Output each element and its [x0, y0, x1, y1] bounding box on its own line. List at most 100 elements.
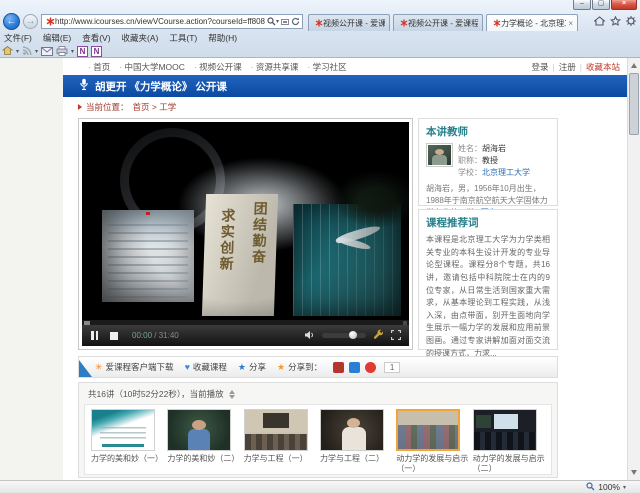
recommendation-panel: 课程推荐词 本课程是北京理工大学为力学类相关专业的本科生设计开发的专业导论型课程… [418, 209, 558, 350]
stop-button[interactable] [110, 332, 118, 340]
time-display: 00:00 / 31:40 [132, 331, 179, 340]
tab-video-open-course-1[interactable]: 视频公开课 - 爱课程 [308, 14, 390, 31]
tab-close-icon[interactable]: × [568, 19, 573, 28]
tab-video-open-course-2[interactable]: 视频公开课 - 爱课程 [393, 14, 483, 31]
renren-share-icon[interactable] [365, 362, 376, 373]
video-thumbnail[interactable] [167, 409, 231, 451]
corner-decoration [79, 360, 92, 377]
nav-learning-community[interactable]: · 学习社区 [307, 61, 346, 73]
volume-slider[interactable] [322, 333, 366, 338]
search-dropdown-icon[interactable]: ▾ [276, 18, 279, 25]
sun-icon: ✳ [95, 362, 103, 373]
feed-dropdown-icon[interactable]: ▾ [35, 48, 38, 55]
video-screen[interactable]: 团结勤奋 求实创新 00:00 / [82, 122, 409, 346]
refresh-icon[interactable] [291, 17, 300, 26]
video-thumbnail[interactable] [320, 409, 384, 451]
url-text[interactable]: http://www.icourses.cn/viewVCourse.actio… [55, 17, 265, 26]
name-label: 姓名： [458, 144, 482, 153]
navigation-row: ← → http://www.icourses.cn/viewVCourse.a… [0, 12, 640, 31]
print-dropdown-icon[interactable]: ▾ [71, 48, 74, 55]
fullscreen-icon[interactable] [391, 327, 401, 345]
playlist-item[interactable]: 力学的美和妙（一） [91, 409, 165, 474]
thumbnail-strip: 力学的美和妙（一） 力学的美和妙（二） 力学与工程（一） 力学与工程（二） 动力… [84, 404, 552, 475]
title-bar[interactable]: – ▢ × [0, 0, 640, 12]
home-icon[interactable] [594, 13, 605, 31]
video-thumbnail[interactable] [473, 409, 537, 451]
volume-knob[interactable] [349, 331, 357, 339]
compatibility-view-icon[interactable] [281, 18, 289, 26]
playlist-item[interactable]: 力学与工程（一） [244, 409, 318, 474]
breadcrumb-path[interactable]: 首页 > 工学 [133, 101, 177, 113]
banner-title: 胡更开 《力学概论》 公开课 [95, 79, 227, 94]
menu-tools[interactable]: 工具(T) [169, 32, 197, 44]
course-banner: 胡更开 《力学概论》 公开课 [63, 75, 627, 97]
teacher-school-link[interactable]: 北京理工大学 [482, 168, 530, 177]
playlist-item-current[interactable]: 动力学的发展与启示（一） [396, 409, 470, 474]
sort-toggle-icon[interactable] [229, 390, 235, 399]
maximize-button[interactable]: ▢ [592, 0, 610, 10]
video-player-box: 团结勤奋 求实创新 00:00 / [78, 118, 413, 350]
forward-button[interactable]: → [23, 14, 38, 29]
time-separator: / [154, 331, 156, 340]
home-dropdown-icon[interactable]: ▾ [16, 48, 19, 55]
zoom-level[interactable]: 100% [598, 482, 620, 492]
teacher-section-title: 本讲教师 [426, 124, 550, 139]
scroll-up-arrow-icon[interactable] [631, 63, 637, 68]
vertical-scrollbar[interactable] [627, 58, 640, 480]
address-bar[interactable]: http://www.icourses.cn/viewVCourse.actio… [41, 14, 303, 29]
settings-wrench-icon[interactable] [373, 327, 384, 345]
playlist-item[interactable]: 动力学的发展与启示（二） [473, 409, 547, 474]
status-bar: 100% ▾ [0, 480, 640, 493]
volume-icon[interactable] [304, 327, 315, 345]
menu-view[interactable]: 查看(V) [82, 32, 110, 44]
search-icon[interactable] [267, 17, 276, 26]
thumbnail-caption: 动力学的发展与启示（二） [473, 454, 547, 473]
pause-button[interactable] [91, 331, 98, 340]
nav-home[interactable]: · 首页 [88, 61, 110, 73]
menu-bar: 文件(F) 编辑(E) 查看(V) 收藏夹(A) 工具(T) 帮助(H) [0, 32, 237, 44]
nav-video-open-course[interactable]: · 视频公开课 [194, 61, 242, 73]
icourses-page: · 首页 · 中国大学MOOC · 视频公开课 · 资源共享课 · 学习社区 登… [63, 58, 627, 480]
menu-help[interactable]: 帮助(H) [208, 32, 237, 44]
video-thumbnail[interactable] [91, 409, 155, 451]
nav-resource-share[interactable]: · 资源共享课 [251, 61, 299, 73]
settings-gear-icon[interactable] [626, 13, 636, 31]
register-link[interactable]: 注册 [559, 61, 576, 73]
playlist-item[interactable]: 力学的美和妙（二） [167, 409, 241, 474]
breadcrumb-arrow-icon [78, 104, 82, 110]
qzone-share-icon[interactable] [349, 362, 360, 373]
thumbnail-caption: 力学与工程（二） [320, 454, 394, 464]
favorites-star-icon[interactable] [610, 13, 621, 31]
school-label: 学校： [458, 168, 482, 177]
share-star-icon: ★ [238, 362, 246, 373]
nav-china-mooc[interactable]: · 中国大学MOOC [119, 61, 185, 73]
onenote-send-icon[interactable]: N [77, 46, 88, 57]
scrollbar-thumb[interactable] [629, 73, 639, 135]
video-thumbnail[interactable] [244, 409, 308, 451]
onenote-linked-notes-icon[interactable]: N [91, 46, 102, 57]
close-button[interactable]: × [611, 0, 637, 10]
breadcrumb-label: 当前位置： [86, 101, 129, 113]
client-download-link[interactable]: ✳ 爱课程客户端下载 [95, 361, 174, 373]
weibo-share-icon[interactable] [333, 362, 344, 373]
bookmark-site-link[interactable]: 收藏本站 [586, 61, 620, 73]
favorite-course-button[interactable]: ♥ 收藏课程 [185, 361, 227, 373]
scroll-down-arrow-icon[interactable] [631, 470, 637, 475]
player-controls: 00:00 / 31:40 [82, 325, 409, 346]
site-top-nav: · 首页 · 中国大学MOOC · 视频公开课 · 资源共享课 · 学习社区 登… [63, 58, 627, 75]
teacher-rank: 教授 [482, 156, 498, 165]
share-count: 1 [384, 362, 400, 373]
zoom-dropdown-icon[interactable]: ▾ [623, 484, 626, 491]
menu-favorites[interactable]: 收藏夹(A) [122, 32, 159, 44]
playlist-item[interactable]: 力学与工程（二） [320, 409, 394, 474]
login-link[interactable]: 登录 [532, 61, 549, 73]
playlist-summary: 共16讲（10时52分22秒），当前播放 [88, 388, 224, 400]
teacher-name: 胡海岩 [482, 144, 506, 153]
video-thumbnail-current[interactable] [396, 409, 460, 451]
thumbnail-caption: 动力学的发展与启示（一） [396, 454, 470, 473]
share-button[interactable]: ★ 分享 [238, 361, 266, 373]
back-button[interactable]: ← [3, 13, 20, 30]
tab-mechanics-course-active[interactable]: 力学概论 - 北京理工大... × [486, 14, 578, 31]
minimize-button[interactable]: – [573, 0, 591, 10]
heart-icon: ♥ [185, 362, 190, 372]
